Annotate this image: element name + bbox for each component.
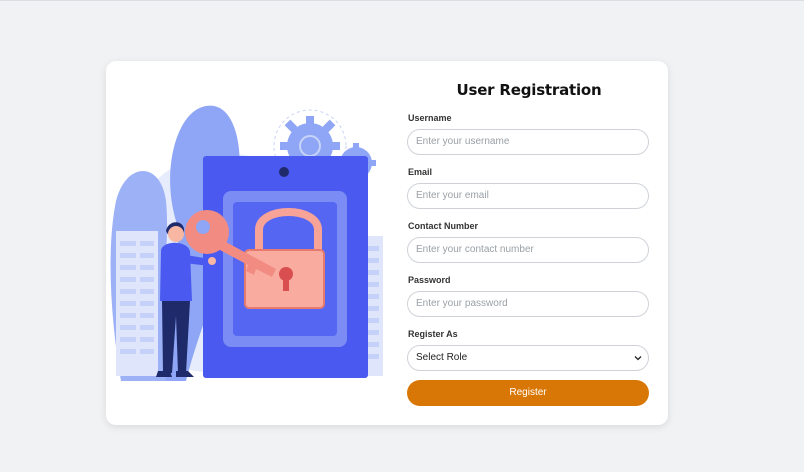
username-input[interactable]: Enter your username bbox=[407, 129, 649, 155]
contact-number-label: Contact Number bbox=[408, 221, 479, 231]
role-select-value: Select Role bbox=[416, 352, 468, 363]
email-input[interactable]: Enter your email bbox=[407, 183, 649, 209]
register-button[interactable]: Register bbox=[407, 380, 649, 406]
security-illustration bbox=[110, 105, 383, 381]
contact-number-input[interactable]: Enter your contact number bbox=[407, 237, 649, 263]
role-select[interactable]: Select Role bbox=[407, 345, 649, 371]
email-label: Email bbox=[408, 167, 433, 177]
password-label: Password bbox=[408, 275, 451, 285]
username-label: Username bbox=[408, 113, 452, 123]
register-as-label: Register As bbox=[408, 329, 458, 339]
password-input[interactable]: Enter your password bbox=[407, 291, 649, 317]
top-divider bbox=[0, 0, 804, 1]
registration-card: User Registration Username Enter your us… bbox=[106, 61, 668, 425]
form-title: User Registration bbox=[456, 81, 602, 99]
chevron-down-icon bbox=[634, 356, 642, 361]
